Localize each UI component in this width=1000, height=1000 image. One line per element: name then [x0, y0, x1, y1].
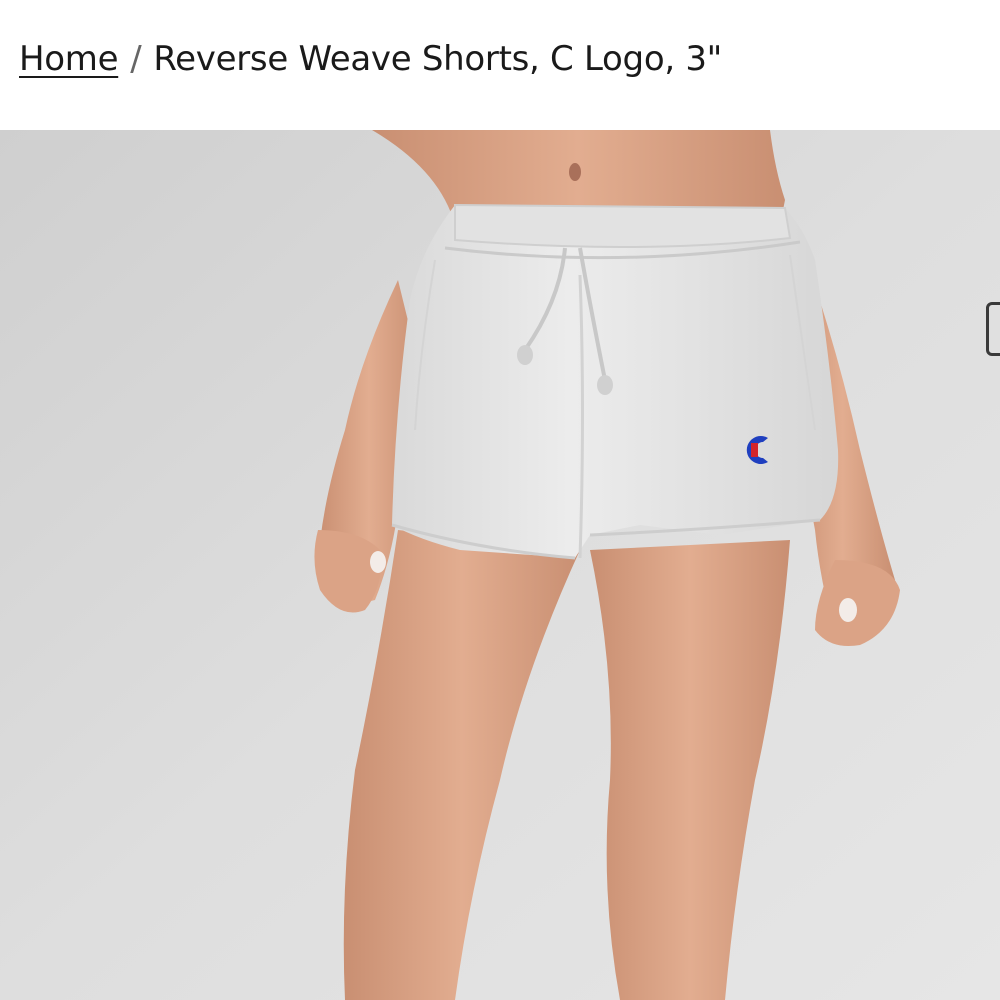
- chevron-right-icon[interactable]: [986, 302, 1000, 356]
- breadcrumb-current-page: Reverse Weave Shorts, C Logo, 3": [153, 39, 723, 79]
- breadcrumb-separator: /: [130, 39, 142, 79]
- product-page: Home / Reverse Weave Shorts, C Logo, 3": [0, 0, 1000, 1000]
- product-image[interactable]: [0, 130, 1000, 1000]
- product-photo-illustration: [0, 130, 1000, 1000]
- breadcrumb: Home / Reverse Weave Shorts, C Logo, 3": [19, 34, 722, 84]
- breadcrumb-home-link[interactable]: Home: [19, 39, 119, 79]
